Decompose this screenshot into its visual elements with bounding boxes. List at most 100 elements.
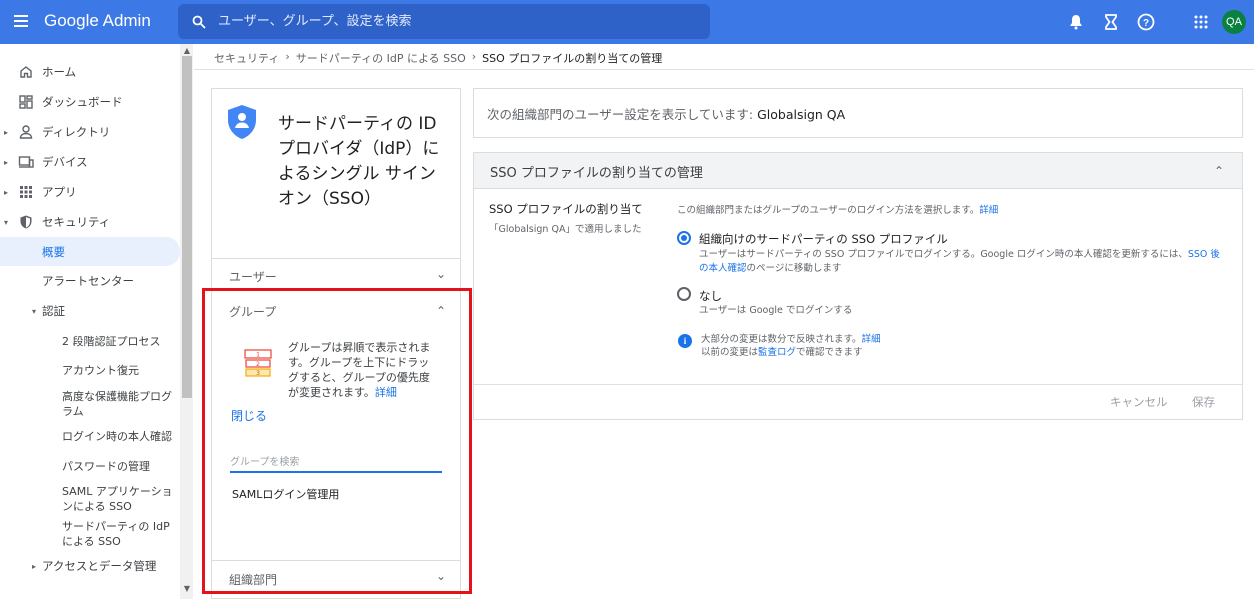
sidebar-item-home[interactable]: ホーム — [0, 58, 180, 86]
help-icon[interactable]: ? — [1136, 12, 1156, 32]
expand-caret-icon: ▸ — [4, 157, 9, 167]
chevron-down-icon: ⌄ — [435, 569, 446, 583]
account-avatar[interactable]: QA — [1222, 10, 1246, 34]
expand-caret-icon: ▸ — [32, 561, 37, 571]
scroll-thumb[interactable] — [182, 56, 192, 398]
main-menu-button[interactable] — [14, 12, 34, 32]
sidebar-item-security[interactable]: ▾ セキュリティ — [0, 208, 180, 236]
sidebar-item-label: アクセスとデータ管理 — [42, 559, 157, 573]
setting-applied-note: 「Globalsign QA」で適用しました — [489, 224, 642, 235]
notifications-bell-icon[interactable] — [1066, 12, 1086, 32]
sidebar-subitem-saml-sso[interactable]: SAML アプリケーションによる SSO — [62, 484, 178, 514]
chevron-up-icon: ⌃ — [435, 304, 446, 318]
breadcrumb-item-idp-sso[interactable]: サードパーティの IdP による SSO — [296, 50, 466, 66]
sidebar-subitem-advanced-protection[interactable]: 高度な保護機能プログラム — [62, 389, 178, 419]
groups-description: グループは昇順で表示されます。グループを上下にドラッグすると、グループの優先度が… — [288, 341, 431, 399]
cancel-button[interactable]: キャンセル — [1110, 394, 1168, 410]
save-button[interactable]: 保存 — [1192, 394, 1215, 410]
sidebar-subitem-login-challenge[interactable]: ログイン時の本人確認 — [62, 429, 177, 444]
section-label: 組織部門 — [229, 573, 278, 587]
apps-launcher-icon[interactable] — [1191, 12, 1211, 32]
sso-card-title: SSO プロファイルの割り当ての管理 — [490, 166, 703, 181]
info-icon: i — [678, 334, 692, 348]
svg-text:1: 1 — [256, 352, 260, 359]
search-icon — [192, 15, 206, 29]
group-search-input[interactable] — [230, 453, 442, 473]
person-icon — [19, 125, 33, 139]
option-third-party-sso-label[interactable]: 組織向けのサードパーティの SSO プロファイル — [699, 231, 948, 247]
apps-grid-icon — [20, 186, 32, 198]
app-logo[interactable]: Google Admin — [44, 11, 151, 31]
groups-learn-more-link[interactable]: 詳細 — [375, 386, 397, 399]
sidebar-item-label: アプリ — [42, 185, 77, 199]
sidebar-item-devices[interactable]: ▸ デバイス — [0, 148, 180, 176]
org-unit-info-text: 次の組織部門のユーザー設定を表示しています: Globalsign QA — [487, 107, 846, 122]
sidebar-item-dashboard[interactable]: ダッシュボード — [0, 88, 180, 116]
group-list-item[interactable]: SAMLログイン管理用 — [232, 486, 339, 502]
card-footer-divider — [474, 384, 1242, 385]
sidebar-item-label: ホーム — [42, 65, 77, 79]
sidebar-subitem-third-party-idp-sso[interactable]: サードパーティの IdP による SSO — [62, 519, 178, 549]
chevron-up-icon[interactable]: ⌃ — [1214, 164, 1224, 178]
radio-third-party-sso[interactable] — [677, 231, 691, 245]
breadcrumb-chevron-icon: › — [285, 50, 290, 63]
sidebar-item-access-data[interactable]: ▸ アクセスとデータ管理 — [0, 553, 180, 579]
breadcrumb-chevron-icon: › — [471, 50, 477, 63]
propagation-note: 大部分の変更は数分で反映されます。詳細 以前の変更は監査ログで確認できます — [701, 334, 881, 358]
top-app-bar: Google Admin ? QA — [0, 0, 1254, 44]
radio-none[interactable] — [677, 287, 691, 301]
security-shield-icon — [228, 105, 256, 139]
section-label: グループ — [229, 305, 277, 319]
devices-icon — [18, 156, 34, 168]
svg-text:3: 3 — [256, 370, 260, 377]
sidebar-subitem-account-recovery[interactable]: アカウント復元 — [62, 363, 177, 378]
sidebar-subitem-password-management[interactable]: パスワードの管理 — [62, 459, 177, 474]
section-label: ユーザー — [229, 270, 277, 284]
section-users[interactable]: ユーザー ⌄ — [212, 258, 460, 290]
sidebar-item-label: ディレクトリ — [42, 125, 111, 139]
section-org-units[interactable]: 組織部門 ⌄ — [212, 560, 460, 592]
sidebar-item-label: ダッシュボード — [42, 95, 123, 109]
collapse-caret-icon: ▾ — [4, 217, 9, 227]
sidebar-item-label: アラートセンター — [42, 274, 134, 288]
expand-caret-icon: ▸ — [4, 127, 9, 137]
chevron-down-icon: ⌄ — [435, 267, 446, 281]
scroll-up-arrow-icon[interactable]: ▲ — [182, 46, 192, 55]
option-none-desc: ユーザーは Google でログインする — [699, 305, 853, 316]
sidebar-item-authentication[interactable]: ▾ 認証 — [0, 297, 180, 325]
home-icon — [20, 66, 32, 78]
sidebar-item-label: デバイス — [42, 155, 88, 169]
dashboard-icon — [19, 95, 33, 109]
svg-text:2: 2 — [256, 361, 260, 368]
sidebar-item-apps[interactable]: ▸ アプリ — [0, 178, 180, 206]
sidebar-item-alert-center[interactable]: アラートセンター — [0, 267, 180, 295]
audit-log-link[interactable]: 監査ログ — [758, 347, 796, 358]
breadcrumb-item-security[interactable]: セキュリティ — [214, 50, 279, 66]
search-input[interactable] — [218, 14, 698, 29]
shield-icon — [20, 215, 32, 229]
setting-label: SSO プロファイルの割り当て — [489, 202, 643, 216]
svg-text:?: ? — [1143, 18, 1149, 29]
group-priority-illustration: 1 2 3 — [244, 349, 272, 377]
breadcrumb-current: SSO プロファイルの割り当ての管理 — [482, 52, 663, 65]
scroll-down-arrow-icon[interactable]: ▼ — [182, 584, 192, 593]
note-learn-more-link[interactable]: 詳細 — [862, 334, 881, 345]
card-title: サードパーティの ID プロバイダ（IdP）によるシングル サインオン（SSO） — [278, 114, 440, 209]
sidebar-item-directory[interactable]: ▸ ディレクトリ — [0, 118, 180, 146]
search-bar[interactable] — [178, 4, 710, 39]
expand-caret-icon: ▸ — [4, 187, 9, 197]
sidebar-item-label: セキュリティ — [42, 215, 111, 229]
sidebar-item-overview[interactable]: 概要 — [0, 237, 180, 266]
option-third-party-sso-desc: ユーザーはサードパーティの SSO プロファイルでログインする。Google ロ… — [699, 249, 1220, 274]
breadcrumb-divider — [194, 69, 1254, 70]
sidebar-subitem-2sv[interactable]: 2 段階認証プロセス — [62, 334, 177, 349]
option-none-label[interactable]: なし — [699, 288, 722, 304]
close-link[interactable]: 閉じる — [231, 407, 267, 424]
sidebar-item-label: 認証 — [42, 304, 65, 318]
sso-profile-card — [473, 152, 1243, 420]
setting-learn-more-link[interactable]: 詳細 — [979, 205, 998, 216]
breadcrumb: セキュリティ › サードパーティの IdP による SSO › SSO プロファ… — [214, 50, 662, 66]
collapse-caret-icon: ▾ — [32, 306, 37, 316]
section-groups[interactable]: グループ ⌃ — [212, 294, 460, 326]
tasks-hourglass-icon[interactable] — [1101, 12, 1121, 32]
